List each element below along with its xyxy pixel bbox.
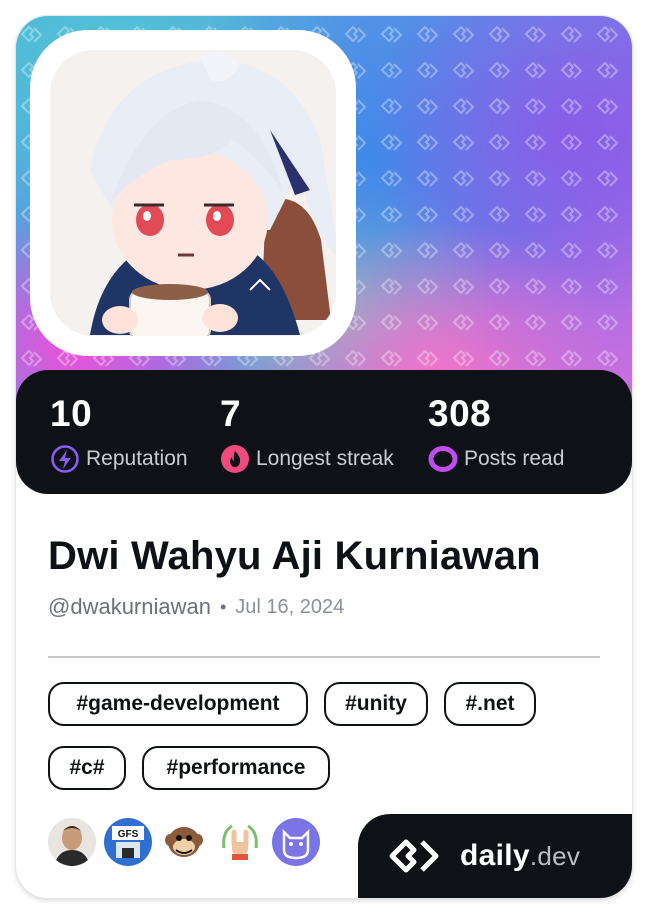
stats-panel: 10 Reputation 7 Longest streak 308 Posts… xyxy=(16,370,632,494)
stat-longest-streak: 7 Longest streak xyxy=(220,392,394,474)
profile-handle[interactable]: @dwakurniawan xyxy=(48,594,211,620)
join-date: Jul 16, 2024 xyxy=(235,595,345,618)
person-avatar[interactable] xyxy=(48,818,96,866)
gfs-avatar[interactable]: GFS xyxy=(104,818,152,866)
tag-chip[interactable]: #performance xyxy=(142,746,330,790)
stat-value: 7 xyxy=(220,393,242,434)
profile-meta: @dwakurniawan • Jul 16, 2024 xyxy=(48,594,344,620)
stat-value: 10 xyxy=(50,393,93,434)
avatar-frame xyxy=(30,30,356,356)
tag-chip[interactable]: #game-development xyxy=(48,682,308,726)
stat-label: Longest streak xyxy=(256,447,394,470)
rock-hand-avatar[interactable] xyxy=(216,818,264,866)
profile-name: Dwi Wahyu Aji Kurniawan xyxy=(48,534,541,578)
daily-dev-logo-icon xyxy=(388,837,452,875)
profile-card: 10 Reputation 7 Longest streak 308 Posts… xyxy=(16,16,632,898)
flame-icon xyxy=(220,444,250,474)
stat-reputation: 10 Reputation xyxy=(50,392,188,474)
ring-icon xyxy=(428,444,458,474)
tag-chip[interactable]: #c# xyxy=(48,746,126,790)
brand-footer: daily.dev xyxy=(358,814,632,898)
divider xyxy=(48,656,600,658)
stat-posts-read: 308 Posts read xyxy=(428,392,564,474)
monkey-avatar[interactable] xyxy=(160,818,208,866)
cat-avatar[interactable] xyxy=(272,818,320,866)
tag-chip[interactable]: #.net xyxy=(444,682,536,726)
stat-value: 308 xyxy=(428,393,492,434)
avatar[interactable] xyxy=(50,50,336,336)
lightning-icon xyxy=(50,444,80,474)
brand-wordmark: daily.dev xyxy=(460,839,580,873)
svg-text:GFS: GFS xyxy=(118,829,139,840)
tag-chip[interactable]: #unity xyxy=(324,682,428,726)
stat-label: Reputation xyxy=(86,447,188,470)
separator-dot: • xyxy=(219,596,227,617)
brand-name: daily xyxy=(460,839,530,872)
brand-tld: .dev xyxy=(529,841,581,871)
stat-label: Posts read xyxy=(464,447,565,470)
